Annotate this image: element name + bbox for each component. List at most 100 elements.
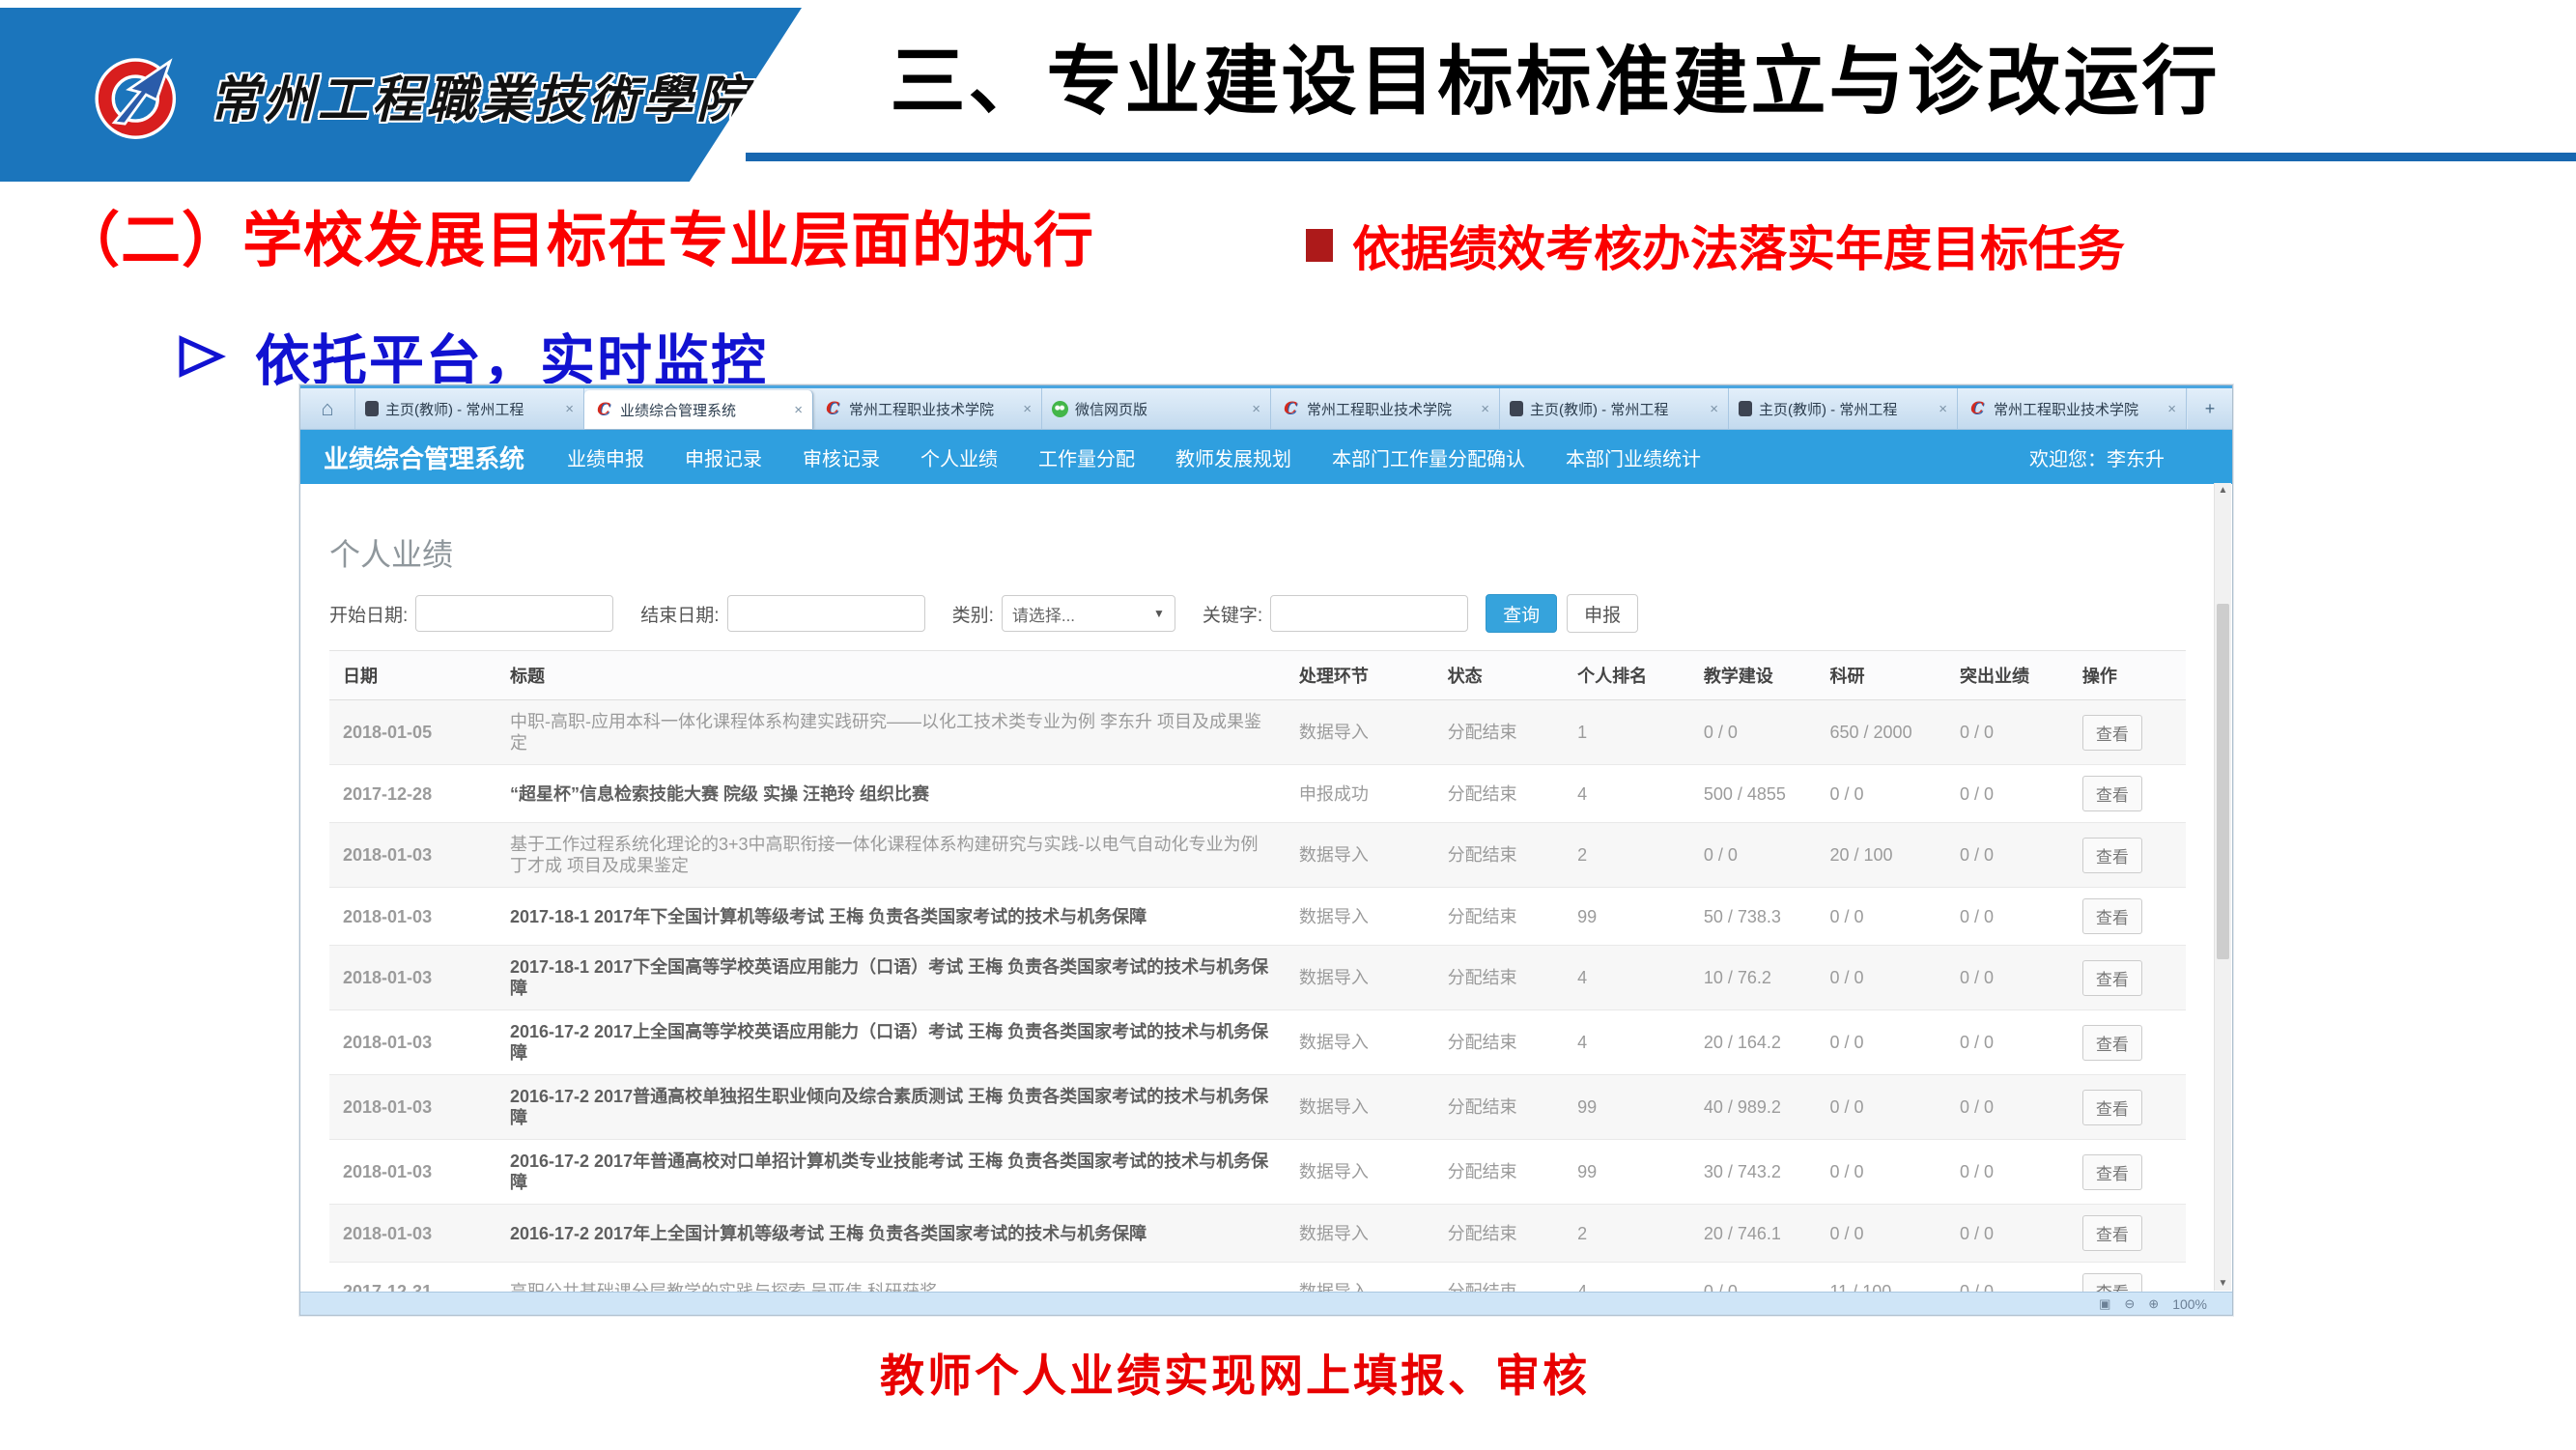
view-button[interactable]: 查看	[2082, 898, 2142, 934]
tab-close-icon[interactable]: ×	[1023, 401, 1032, 417]
scrollbar-thumb[interactable]	[2217, 604, 2229, 959]
cell-date: 2018-01-03	[329, 1205, 496, 1263]
cell-action: 查看	[2069, 1140, 2186, 1205]
view-button[interactable]: 查看	[2082, 1154, 2142, 1190]
cell-action: 查看	[2069, 1263, 2186, 1293]
tab-favicon	[1510, 401, 1523, 416]
side-note-text: 依据绩效考核办法落实年度目标任务	[1352, 211, 2125, 280]
browser-tab[interactable]: 主页(教师) - 常州工程 ×	[1500, 388, 1729, 429]
browser-tab[interactable]: 主页(教师) - 常州工程 ×	[1729, 388, 1958, 429]
nav-item[interactable]: 本部门工作量分配确认	[1332, 443, 1525, 471]
tab-close-icon[interactable]: ×	[1939, 401, 1947, 417]
cell-outstanding: 0 / 0	[1946, 700, 2069, 765]
tab-close-icon[interactable]: ×	[1710, 401, 1718, 417]
cell-date: 2017-12-28	[329, 765, 496, 823]
tab-close-icon[interactable]: ×	[565, 401, 574, 417]
nav-item[interactable]: 业绩申报	[567, 443, 644, 471]
new-tab-button[interactable]: +	[2187, 388, 2232, 429]
scroll-up-icon[interactable]: ▲	[2215, 485, 2231, 496]
nav-item[interactable]: 个人业绩	[920, 443, 998, 471]
browser-status-bar: ▣ ⊖ ⊕ 100%	[300, 1292, 2232, 1315]
tab-label: 主页(教师) - 常州工程	[385, 399, 559, 419]
cell-date: 2017-12-31	[329, 1263, 496, 1293]
tab-label: 主页(教师) - 常州工程	[1759, 399, 1933, 419]
view-button[interactable]: 查看	[2082, 1090, 2142, 1125]
view-button[interactable]: 查看	[2082, 1273, 2142, 1292]
tab-close-icon[interactable]: ×	[2167, 401, 2176, 417]
cell-research: 0 / 0	[1817, 1010, 1947, 1075]
cell-teaching: 500 / 4855	[1690, 765, 1817, 823]
browser-tab[interactable]: 常州工程职业技术学院 ×	[813, 388, 1042, 429]
view-button[interactable]: 查看	[2082, 1215, 2142, 1251]
cell-title: 中职-高职-应用本科一体化课程体系构建实践研究——以化工技术类专业为例 李东升 …	[496, 700, 1286, 765]
view-button[interactable]: 查看	[2082, 776, 2142, 811]
view-button[interactable]: 查看	[2082, 715, 2142, 751]
cell-stage: 数据导入	[1286, 700, 1434, 765]
table-row: 2018-01-03 基于工作过程系统化理论的3+3中高职衔接一体化课程体系构建…	[329, 823, 2186, 888]
cell-title: 2016-17-2 2017普通高校单独招生职业倾向及综合素质测试 王梅 负责各…	[496, 1075, 1286, 1140]
cell-outstanding: 0 / 0	[1946, 765, 2069, 823]
keyword-input[interactable]	[1270, 595, 1468, 632]
cell-status: 分配结束	[1434, 1140, 1565, 1205]
tab-close-icon[interactable]: ×	[1252, 401, 1260, 417]
browser-tab[interactable]: 常州工程职业技术学院 ×	[1271, 388, 1500, 429]
column-header: 处理环节	[1286, 651, 1434, 700]
tab-favicon	[1281, 400, 1300, 417]
cell-teaching: 0 / 0	[1690, 823, 1817, 888]
page-title: 个人业绩	[329, 530, 2203, 575]
nav-item[interactable]: 审核记录	[803, 443, 880, 471]
cell-research: 0 / 0	[1817, 1140, 1947, 1205]
browser-tab[interactable]: 业绩综合管理系统 ×	[584, 390, 813, 429]
nav-item[interactable]: 申报记录	[685, 443, 762, 471]
cell-status: 分配结束	[1434, 1010, 1565, 1075]
zoom-out-icon[interactable]: ⊖	[2124, 1296, 2135, 1312]
cell-date: 2018-01-03	[329, 1075, 496, 1140]
browser-tab[interactable]: 主页(教师) - 常州工程 ×	[355, 388, 584, 429]
cell-teaching: 20 / 164.2	[1690, 1010, 1817, 1075]
zoom-level[interactable]: 100%	[2172, 1296, 2207, 1312]
nav-item[interactable]: 工作量分配	[1038, 443, 1135, 471]
view-button[interactable]: 查看	[2082, 838, 2142, 873]
column-header: 操作	[2069, 651, 2186, 700]
browser-tab[interactable]: 常州工程职业技术学院 ×	[1958, 388, 2187, 429]
cell-title: 基于工作过程系统化理论的3+3中高职衔接一体化课程体系构建研究与实践-以电气自动…	[496, 823, 1286, 888]
nav-item[interactable]: 本部门业绩统计	[1566, 443, 1701, 471]
cell-action: 查看	[2069, 700, 2186, 765]
nav-item[interactable]: 教师发展规划	[1175, 443, 1291, 471]
tab-label: 微信网页版	[1075, 399, 1246, 419]
scroll-down-icon[interactable]: ▼	[2215, 1278, 2231, 1289]
start-date-input[interactable]	[415, 595, 613, 632]
shield-icon[interactable]: ▣	[2099, 1296, 2110, 1312]
tab-close-icon[interactable]: ×	[1481, 401, 1489, 417]
app-brand[interactable]: 业绩综合管理系统	[324, 440, 524, 475]
cell-status: 分配结束	[1434, 1075, 1565, 1140]
cell-teaching: 10 / 76.2	[1690, 946, 1817, 1010]
column-header: 科研	[1817, 651, 1947, 700]
home-button[interactable]: ⌂	[300, 388, 355, 429]
performance-table: 日期标题处理环节状态个人排名教学建设科研突出业绩操作 2018-01-05 中职…	[329, 650, 2186, 1292]
vertical-scrollbar[interactable]: ▲ ▼	[2214, 483, 2231, 1291]
cell-stage: 数据导入	[1286, 1140, 1434, 1205]
query-button[interactable]: 查询	[1486, 594, 1557, 633]
cell-date: 2018-01-03	[329, 888, 496, 946]
welcome-text: 欢迎您：李东升	[2029, 443, 2165, 471]
declare-button[interactable]: 申报	[1567, 594, 1638, 633]
category-select[interactable]: 请选择... ▼	[1002, 595, 1175, 632]
tab-close-icon[interactable]: ×	[794, 402, 803, 418]
cell-action: 查看	[2069, 765, 2186, 823]
zoom-in-icon[interactable]: ⊕	[2148, 1296, 2159, 1312]
browser-tab[interactable]: 微信网页版 ×	[1042, 388, 1271, 429]
cell-teaching: 0 / 0	[1690, 700, 1817, 765]
view-button[interactable]: 查看	[2082, 1025, 2142, 1061]
cell-action: 查看	[2069, 823, 2186, 888]
end-date-label: 结束日期:	[640, 601, 719, 627]
cell-stage: 数据导入	[1286, 946, 1434, 1010]
cell-rank: 4	[1564, 765, 1690, 823]
tab-label: 业绩综合管理系统	[620, 400, 788, 420]
table-row: 2018-01-03 2016-17-2 2017年上全国计算机等级考试 王梅 …	[329, 1205, 2186, 1263]
cell-research: 0 / 0	[1817, 888, 1947, 946]
cell-rank: 99	[1564, 888, 1690, 946]
end-date-input[interactable]	[727, 595, 925, 632]
column-header: 日期	[329, 651, 496, 700]
view-button[interactable]: 查看	[2082, 960, 2142, 996]
